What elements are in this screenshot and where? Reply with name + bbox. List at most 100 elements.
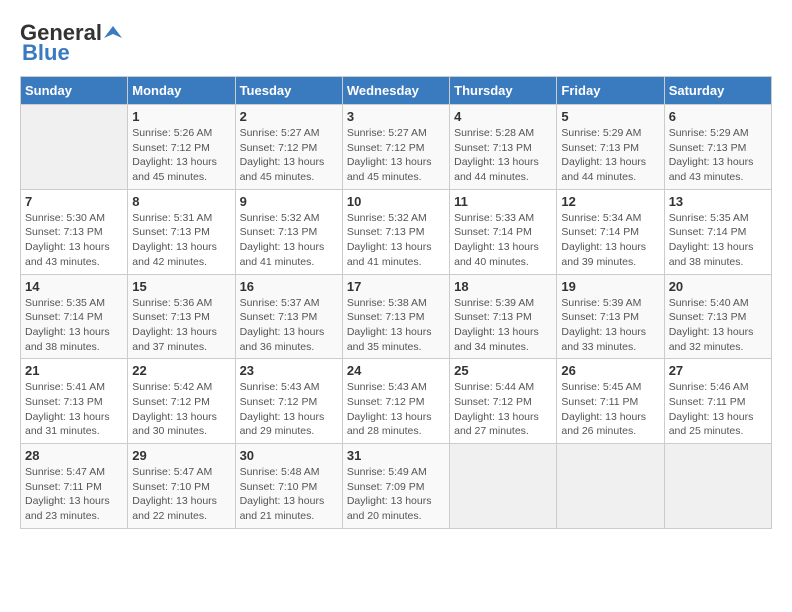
calendar-body: 1Sunrise: 5:26 AMSunset: 7:12 PMDaylight… [21, 105, 772, 529]
calendar-day-cell [557, 444, 664, 529]
day-number: 18 [454, 279, 552, 294]
calendar-day-cell [450, 444, 557, 529]
day-info: Sunrise: 5:35 AMSunset: 7:14 PMDaylight:… [25, 296, 123, 355]
day-info: Sunrise: 5:28 AMSunset: 7:13 PMDaylight:… [454, 126, 552, 185]
day-number: 6 [669, 109, 767, 124]
day-info: Sunrise: 5:45 AMSunset: 7:11 PMDaylight:… [561, 380, 659, 439]
day-info: Sunrise: 5:41 AMSunset: 7:13 PMDaylight:… [25, 380, 123, 439]
calendar-day-cell [664, 444, 771, 529]
day-info: Sunrise: 5:46 AMSunset: 7:11 PMDaylight:… [669, 380, 767, 439]
day-info: Sunrise: 5:31 AMSunset: 7:13 PMDaylight:… [132, 211, 230, 270]
calendar-day-cell: 13 Sunrise: 5:35 AMSunset: 7:14 PMDayligh… [664, 189, 771, 274]
day-number: 16 [240, 279, 338, 294]
calendar-day-cell: 23 Sunrise: 5:43 AMSunset: 7:12 PMDayligh… [235, 359, 342, 444]
day-number: 29 [132, 448, 230, 463]
calendar-day-cell: 24 Sunrise: 5:43 AMSunset: 7:12 PMDayligh… [342, 359, 449, 444]
calendar-day-cell: 9 Sunrise: 5:32 AMSunset: 7:13 PMDaylight… [235, 189, 342, 274]
day-number: 15 [132, 279, 230, 294]
calendar-header-cell: Saturday [664, 77, 771, 105]
calendar-day-cell: 6 Sunrise: 5:29 AMSunset: 7:13 PMDaylight… [664, 105, 771, 190]
calendar-day-cell: 17 Sunrise: 5:38 AMSunset: 7:13 PMDayligh… [342, 274, 449, 359]
day-number: 19 [561, 279, 659, 294]
day-number: 12 [561, 194, 659, 209]
calendar-week-row: 1Sunrise: 5:26 AMSunset: 7:12 PMDaylight… [21, 105, 772, 190]
day-number: 2 [240, 109, 338, 124]
day-number: 17 [347, 279, 445, 294]
day-info: Sunrise: 5:34 AMSunset: 7:14 PMDaylight:… [561, 211, 659, 270]
calendar-day-cell: 31 Sunrise: 5:49 AMSunset: 7:09 PMDayligh… [342, 444, 449, 529]
calendar-day-cell: 20 Sunrise: 5:40 AMSunset: 7:13 PMDayligh… [664, 274, 771, 359]
calendar-day-cell: 7Sunrise: 5:30 AMSunset: 7:13 PMDaylight… [21, 189, 128, 274]
day-info: Sunrise: 5:27 AMSunset: 7:12 PMDaylight:… [240, 126, 338, 185]
day-info: Sunrise: 5:43 AMSunset: 7:12 PMDaylight:… [347, 380, 445, 439]
calendar-header-row: SundayMondayTuesdayWednesdayThursdayFrid… [21, 77, 772, 105]
day-info: Sunrise: 5:44 AMSunset: 7:12 PMDaylight:… [454, 380, 552, 439]
calendar-week-row: 28Sunrise: 5:47 AMSunset: 7:11 PMDayligh… [21, 444, 772, 529]
day-info: Sunrise: 5:37 AMSunset: 7:13 PMDaylight:… [240, 296, 338, 355]
logo-bird-icon [104, 24, 122, 42]
day-info: Sunrise: 5:39 AMSunset: 7:13 PMDaylight:… [454, 296, 552, 355]
day-number: 26 [561, 363, 659, 378]
calendar-day-cell: 19 Sunrise: 5:39 AMSunset: 7:13 PMDayligh… [557, 274, 664, 359]
day-number: 14 [25, 279, 123, 294]
calendar-day-cell: 10Sunrise: 5:32 AMSunset: 7:13 PMDayligh… [342, 189, 449, 274]
day-number: 8 [132, 194, 230, 209]
page-header: General Blue [20, 20, 772, 66]
calendar-week-row: 21 Sunrise: 5:41 AMSunset: 7:13 PMDayligh… [21, 359, 772, 444]
day-number: 31 [347, 448, 445, 463]
calendar-day-cell: 11 Sunrise: 5:33 AMSunset: 7:14 PMDayligh… [450, 189, 557, 274]
day-info: Sunrise: 5:27 AMSunset: 7:12 PMDaylight:… [347, 126, 445, 185]
calendar-day-cell [21, 105, 128, 190]
calendar-day-cell: 16 Sunrise: 5:37 AMSunset: 7:13 PMDayligh… [235, 274, 342, 359]
day-info: Sunrise: 5:38 AMSunset: 7:13 PMDaylight:… [347, 296, 445, 355]
day-number: 24 [347, 363, 445, 378]
day-number: 9 [240, 194, 338, 209]
calendar-week-row: 14 Sunrise: 5:35 AMSunset: 7:14 PMDayligh… [21, 274, 772, 359]
day-number: 1 [132, 109, 230, 124]
day-info: Sunrise: 5:36 AMSunset: 7:13 PMDaylight:… [132, 296, 230, 355]
calendar-day-cell: 2 Sunrise: 5:27 AMSunset: 7:12 PMDaylight… [235, 105, 342, 190]
day-number: 11 [454, 194, 552, 209]
calendar-table: SundayMondayTuesdayWednesdayThursdayFrid… [20, 76, 772, 529]
day-info: Sunrise: 5:43 AMSunset: 7:12 PMDaylight:… [240, 380, 338, 439]
calendar-day-cell: 22 Sunrise: 5:42 AMSunset: 7:12 PMDayligh… [128, 359, 235, 444]
day-number: 3 [347, 109, 445, 124]
logo: General Blue [20, 20, 124, 66]
calendar-header-cell: Sunday [21, 77, 128, 105]
day-info: Sunrise: 5:40 AMSunset: 7:13 PMDaylight:… [669, 296, 767, 355]
calendar-week-row: 7Sunrise: 5:30 AMSunset: 7:13 PMDaylight… [21, 189, 772, 274]
day-number: 23 [240, 363, 338, 378]
calendar-day-cell: 25Sunrise: 5:44 AMSunset: 7:12 PMDayligh… [450, 359, 557, 444]
calendar-header-cell: Friday [557, 77, 664, 105]
day-number: 20 [669, 279, 767, 294]
calendar-day-cell: 28Sunrise: 5:47 AMSunset: 7:11 PMDayligh… [21, 444, 128, 529]
calendar-day-cell: 18 Sunrise: 5:39 AMSunset: 7:13 PMDayligh… [450, 274, 557, 359]
day-number: 7 [25, 194, 123, 209]
calendar-day-cell: 4Sunrise: 5:28 AMSunset: 7:13 PMDaylight… [450, 105, 557, 190]
calendar-day-cell: 1Sunrise: 5:26 AMSunset: 7:12 PMDaylight… [128, 105, 235, 190]
day-info: Sunrise: 5:32 AMSunset: 7:13 PMDaylight:… [240, 211, 338, 270]
calendar-day-cell: 27 Sunrise: 5:46 AMSunset: 7:11 PMDayligh… [664, 359, 771, 444]
day-info: Sunrise: 5:49 AMSunset: 7:09 PMDaylight:… [347, 465, 445, 524]
day-info: Sunrise: 5:48 AMSunset: 7:10 PMDaylight:… [240, 465, 338, 524]
day-number: 21 [25, 363, 123, 378]
calendar-header-cell: Wednesday [342, 77, 449, 105]
day-info: Sunrise: 5:39 AMSunset: 7:13 PMDaylight:… [561, 296, 659, 355]
day-info: Sunrise: 5:29 AMSunset: 7:13 PMDaylight:… [669, 126, 767, 185]
calendar-day-cell: 8 Sunrise: 5:31 AMSunset: 7:13 PMDaylight… [128, 189, 235, 274]
calendar-day-cell: 29Sunrise: 5:47 AMSunset: 7:10 PMDayligh… [128, 444, 235, 529]
day-info: Sunrise: 5:42 AMSunset: 7:12 PMDaylight:… [132, 380, 230, 439]
calendar-header-cell: Thursday [450, 77, 557, 105]
calendar-header-cell: Monday [128, 77, 235, 105]
day-number: 27 [669, 363, 767, 378]
day-info: Sunrise: 5:35 AMSunset: 7:14 PMDaylight:… [669, 211, 767, 270]
calendar-day-cell: 5Sunrise: 5:29 AMSunset: 7:13 PMDaylight… [557, 105, 664, 190]
day-info: Sunrise: 5:47 AMSunset: 7:11 PMDaylight:… [25, 465, 123, 524]
day-info: Sunrise: 5:33 AMSunset: 7:14 PMDaylight:… [454, 211, 552, 270]
day-info: Sunrise: 5:32 AMSunset: 7:13 PMDaylight:… [347, 211, 445, 270]
calendar-day-cell: 30Sunrise: 5:48 AMSunset: 7:10 PMDayligh… [235, 444, 342, 529]
day-number: 22 [132, 363, 230, 378]
calendar-day-cell: 26 Sunrise: 5:45 AMSunset: 7:11 PMDayligh… [557, 359, 664, 444]
day-number: 13 [669, 194, 767, 209]
logo-blue-text: Blue [20, 40, 70, 66]
